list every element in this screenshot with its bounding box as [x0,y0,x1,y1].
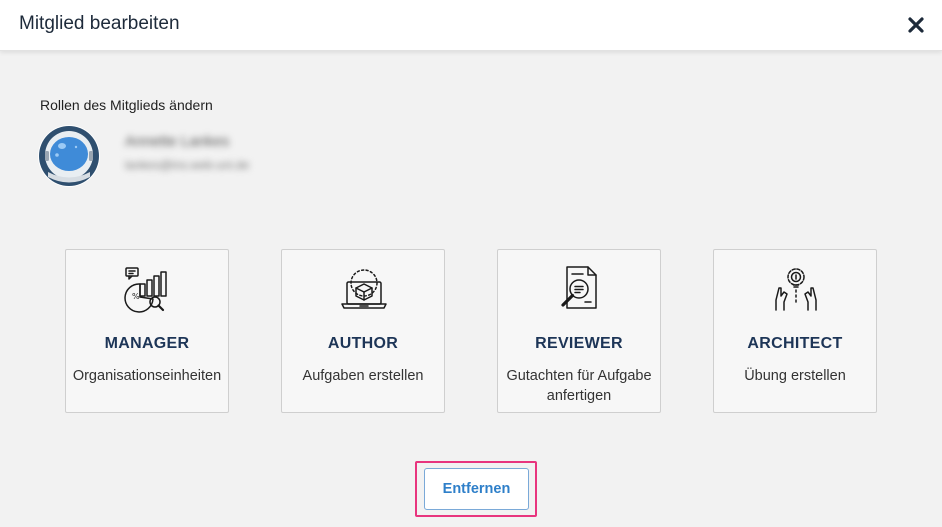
dialog-title: Mitglied bearbeiten [19,13,180,34]
role-title-manager: MANAGER [104,335,190,352]
role-card-author[interactable]: AUTHOR Aufgaben erstellen [281,249,445,413]
astronaut-helmet-avatar-icon [38,125,100,187]
manager-analytics-icon: % [124,267,167,313]
author-laptop-cube-icon [341,269,387,309]
role-title-reviewer: REVIEWER [535,335,623,352]
role-description-reviewer: Gutachten für Aufgabe anfertigen [506,368,652,404]
role-card-architect[interactable]: ARCHITECT Übung erstellen [713,249,877,413]
role-description-author: Aufgaben erstellen [302,368,424,384]
member-email: lankes@ins.web-uni.de [125,158,250,172]
remove-button[interactable]: Entfernen [424,468,529,510]
close-button[interactable] [904,13,928,37]
reviewer-document-magnifier-icon [561,266,597,309]
role-description-manager: Organisationseinheiten [72,368,222,384]
svg-text:%: % [132,292,140,301]
architect-hands-gear-bulb-icon [775,268,817,311]
role-title-author: AUTHOR [327,335,399,352]
dialog-header: Mitglied bearbeiten [0,0,942,51]
roles-section-label: Rollen des Mitglieds ändern [40,97,213,113]
role-description-architect: Übung erstellen [744,368,846,384]
avatar [38,125,100,187]
member-name: Annette Lankes [125,133,230,150]
role-card-reviewer[interactable]: REVIEWER Gutachten für Aufgabe anfertige… [497,249,661,413]
close-icon [908,17,924,33]
role-card-manager[interactable]: % MANAGER Organisationseinheiten [65,249,229,413]
role-title-architect: ARCHITECT [747,335,843,352]
